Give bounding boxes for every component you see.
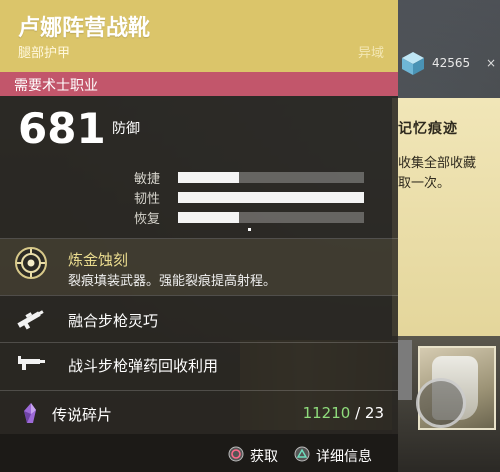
- mod-label[interactable]: 战斗步枪弹药回收利用: [68, 355, 218, 376]
- power-value: 681: [18, 104, 106, 153]
- auto-rifle-icon: [18, 356, 45, 370]
- stat-row: 恢复: [0, 208, 398, 227]
- circle-button-icon: [228, 446, 244, 462]
- mod-label[interactable]: 融合步枪灵巧: [68, 310, 158, 331]
- exotic-perk-icon: [15, 247, 47, 279]
- stat-bar-fill: [178, 192, 364, 203]
- acquire-button[interactable]: 获取: [250, 446, 278, 466]
- legendary-shards-label: 传说碎片: [52, 406, 113, 424]
- stat-name: 恢复: [134, 212, 161, 227]
- exotic-perk-title: 炼金蚀刻: [68, 251, 129, 269]
- stat-bar: [178, 172, 364, 183]
- power-label: 防御: [112, 121, 140, 137]
- item-name: 卢娜阵营战靴: [18, 16, 151, 41]
- item-tier: 异域: [357, 46, 384, 61]
- details-button[interactable]: 详细信息: [316, 446, 372, 466]
- glimmer-cube-icon: [402, 52, 424, 75]
- shards-owned: 11210: [302, 404, 351, 422]
- stat-row: 敏捷: [0, 168, 398, 187]
- collection-panel-text: 收集全部收藏: [398, 156, 477, 171]
- shards-cost: / 23: [350, 404, 384, 422]
- stat-bar-fill: [178, 172, 240, 183]
- legendary-shard-icon: [24, 403, 36, 423]
- stat-marker: [248, 228, 251, 231]
- stat-bar: [178, 212, 364, 223]
- legendary-shards-count: 11210 / 23: [303, 404, 384, 422]
- stat-row: 韧性: [0, 188, 398, 207]
- class-requirement-text: 需要术士职业: [14, 78, 98, 94]
- exotic-perk-description: 裂痕填装武器。强能裂痕提高射程。: [68, 274, 277, 289]
- divider: [0, 295, 398, 296]
- close-icon[interactable]: ×: [486, 56, 496, 70]
- fusion-rifle-icon: [17, 310, 44, 330]
- stat-name: 韧性: [134, 192, 161, 207]
- cursor-ring-icon: [416, 378, 466, 428]
- item-tooltip: 卢娜阵营战靴 腿部护甲 异域 需要术士职业 681 防御 敏捷 韧性 恢复 炼金…: [0, 0, 398, 472]
- divider: [0, 342, 398, 343]
- divider: [0, 390, 398, 391]
- collection-panel-title: 记忆痕迹: [398, 121, 458, 137]
- class-requirement-bar: 需要术士职业: [0, 72, 398, 96]
- glimmer-count: 42565: [432, 56, 471, 70]
- stat-bar: [178, 192, 364, 203]
- triangle-button-icon: [294, 446, 310, 462]
- background-tile: [398, 340, 412, 400]
- collection-panel-text: 取一次。: [398, 176, 451, 191]
- item-type: 腿部护甲: [18, 46, 71, 61]
- stat-name: 敏捷: [134, 172, 161, 187]
- stat-bar-fill: [178, 212, 240, 223]
